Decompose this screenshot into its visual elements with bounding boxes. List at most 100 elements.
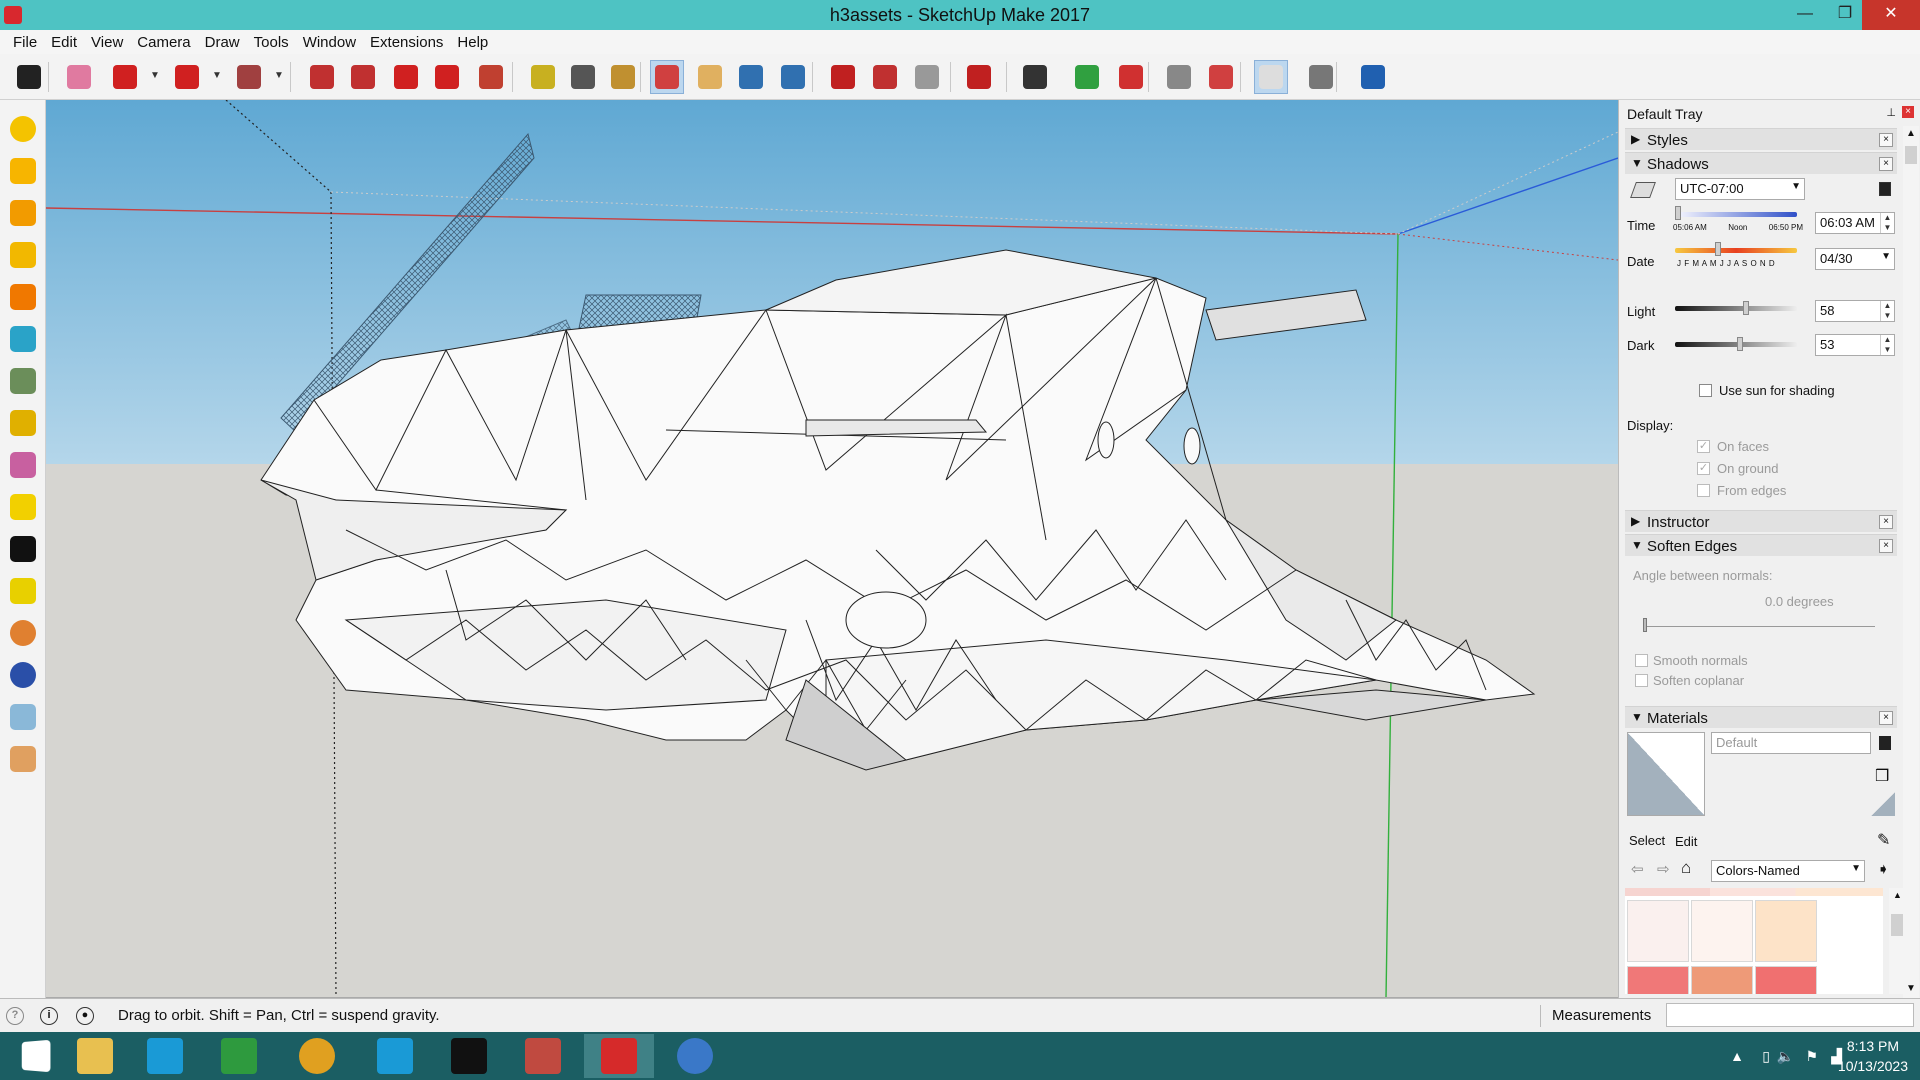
smooth-normals-checkbox[interactable] (1635, 654, 1648, 667)
angle-slider[interactable] (1643, 626, 1875, 627)
hexagon-black-tool[interactable] (6, 532, 40, 566)
chevron-down-icon[interactable]: ▼ (212, 70, 222, 82)
device-icon[interactable]: ▯ (1762, 1048, 1770, 1065)
dark-field[interactable]: 53 ▲ ▼ (1815, 334, 1895, 356)
tab-select[interactable]: Select (1629, 833, 1665, 848)
light-slider[interactable] (1675, 306, 1797, 311)
layout-tool[interactable] (910, 60, 944, 94)
styles-tool[interactable] (1162, 60, 1196, 94)
iso-view-tool[interactable] (1018, 60, 1052, 94)
date-field[interactable]: 04/30 ▼ (1815, 248, 1895, 270)
add-detail-tool[interactable] (6, 364, 40, 398)
text-tool[interactable] (566, 60, 600, 94)
show-hidden-icons-icon[interactable]: ▲ (1730, 1048, 1744, 1064)
extension-warehouse-tool[interactable] (868, 60, 902, 94)
time-slider[interactable] (1675, 212, 1797, 217)
volume-icon[interactable]: 🔈 (1777, 1048, 1794, 1065)
on-ground-checkbox[interactable]: ✓ (1697, 462, 1710, 475)
sample-paint-icon[interactable] (1871, 792, 1895, 816)
sandbox-from-scratch-tool[interactable] (6, 196, 40, 230)
scale-tool[interactable] (474, 60, 508, 94)
calculator-taskbar-button[interactable] (204, 1034, 274, 1078)
chevron-down-icon[interactable]: ▼ (150, 70, 160, 82)
soften-edges-section-header[interactable]: ▼ Soften Edges × (1625, 534, 1897, 556)
soften-coplanar-checkbox[interactable] (1635, 674, 1648, 687)
time-slider-thumb[interactable] (1675, 206, 1681, 220)
dark-slider-thumb[interactable] (1736, 337, 1743, 351)
3d-warehouse-tool[interactable] (826, 60, 860, 94)
tray-scrollbar[interactable]: ▲ ▼ (1903, 126, 1919, 998)
scroll-thumb[interactable] (1905, 146, 1917, 164)
sphere-orange-tool[interactable] (6, 616, 40, 650)
follow-me-tool[interactable] (346, 60, 380, 94)
materials-section-header[interactable]: ▼ Materials × (1625, 706, 1897, 728)
shadows-section-header[interactable]: ▼ Shadows × (1625, 152, 1897, 174)
scroll-up-icon[interactable]: ▲ (1893, 890, 1902, 900)
scene-canvas[interactable] (46, 100, 1618, 998)
fog-tool[interactable] (1304, 60, 1338, 94)
zoom-extents-tool[interactable] (776, 60, 810, 94)
ruby-extension-tool[interactable] (962, 60, 996, 94)
pencil-tool[interactable] (108, 60, 142, 94)
pan-tool[interactable] (693, 60, 727, 94)
instructor-close-icon[interactable]: × (1879, 515, 1893, 529)
forward-icon[interactable]: ⇨ (1657, 860, 1670, 878)
menu-extensions[interactable]: Extensions (363, 34, 450, 51)
dark-spinner[interactable]: ▲ ▼ (1880, 335, 1894, 355)
shadows-close-icon[interactable]: × (1879, 157, 1893, 171)
from-edges-checkbox[interactable] (1697, 484, 1710, 497)
shadow-toggle-icon[interactable] (1630, 182, 1656, 198)
wifi-signal-icon[interactable]: ▟ (1831, 1048, 1842, 1065)
details-toggle-icon[interactable] (1879, 182, 1891, 196)
user-icon[interactable]: ● (76, 1007, 94, 1025)
date-slider[interactable] (1675, 248, 1797, 253)
use-sun-checkbox[interactable] (1699, 384, 1712, 397)
details-icon[interactable] (1879, 736, 1891, 750)
color-swatch[interactable] (1755, 966, 1817, 994)
color-swatch[interactable] (1691, 966, 1753, 994)
styles-close-icon[interactable]: × (1879, 133, 1893, 147)
network-flag-icon[interactable]: ⚑ (1805, 1048, 1818, 1065)
chevron-down-icon[interactable]: ▼ (274, 70, 284, 82)
eraser-orange-tool[interactable] (6, 742, 40, 776)
rectangle-tool[interactable] (232, 60, 266, 94)
file-explorer-taskbar-button[interactable] (60, 1034, 130, 1078)
hexagon-outline-tool[interactable] (6, 490, 40, 524)
menu-tools[interactable]: Tools (247, 34, 296, 51)
paint-bucket-tool[interactable] (606, 60, 640, 94)
help-tool[interactable] (1356, 60, 1390, 94)
push-pull-tool[interactable] (305, 60, 339, 94)
zoom-tool[interactable] (734, 60, 768, 94)
timezone-select[interactable]: UTC-07:00 ▼ (1675, 178, 1805, 200)
orbit-tool[interactable] (650, 60, 684, 94)
light-spinner[interactable]: ▲ ▼ (1880, 301, 1894, 321)
date-slider-thumb[interactable] (1715, 242, 1721, 256)
3d-builder-taskbar-button[interactable] (508, 1034, 578, 1078)
tape-measure-tool[interactable] (526, 60, 560, 94)
cura-taskbar-button[interactable] (130, 1034, 200, 1078)
library-select[interactable]: Colors-Named ▼ (1711, 860, 1865, 882)
menu-window[interactable]: Window (296, 34, 363, 51)
drape-tool[interactable] (6, 322, 40, 356)
time-spinner[interactable]: ▲ ▼ (1880, 213, 1894, 233)
on-faces-checkbox[interactable]: ✓ (1697, 440, 1710, 453)
sun-tool[interactable] (6, 112, 40, 146)
model-viewport[interactable] (46, 100, 1618, 998)
move-tool[interactable] (389, 60, 423, 94)
menu-edit[interactable]: Edit (44, 34, 84, 51)
instructor-section-header[interactable]: ▶ Instructor × (1625, 510, 1897, 532)
section-plane-tool[interactable] (6, 448, 40, 482)
eraser-tool[interactable] (62, 60, 96, 94)
home-icon[interactable]: ⌂ (1681, 858, 1691, 878)
color-swatch[interactable] (1627, 900, 1689, 962)
shadows-tool[interactable] (1254, 60, 1288, 94)
angle-slider-thumb[interactable] (1643, 618, 1647, 632)
arc-tool[interactable] (170, 60, 204, 94)
creality-taskbar-button[interactable] (434, 1034, 504, 1078)
sandbox-from-contours-tool[interactable] (6, 154, 40, 188)
scroll-up-icon[interactable]: ▲ (1906, 128, 1916, 139)
menu-file[interactable]: File (6, 34, 44, 51)
create-material-icon[interactable]: ❒ (1875, 766, 1889, 786)
light-slider-thumb[interactable] (1742, 301, 1749, 315)
geo-location-icon[interactable]: ? (6, 1007, 24, 1025)
